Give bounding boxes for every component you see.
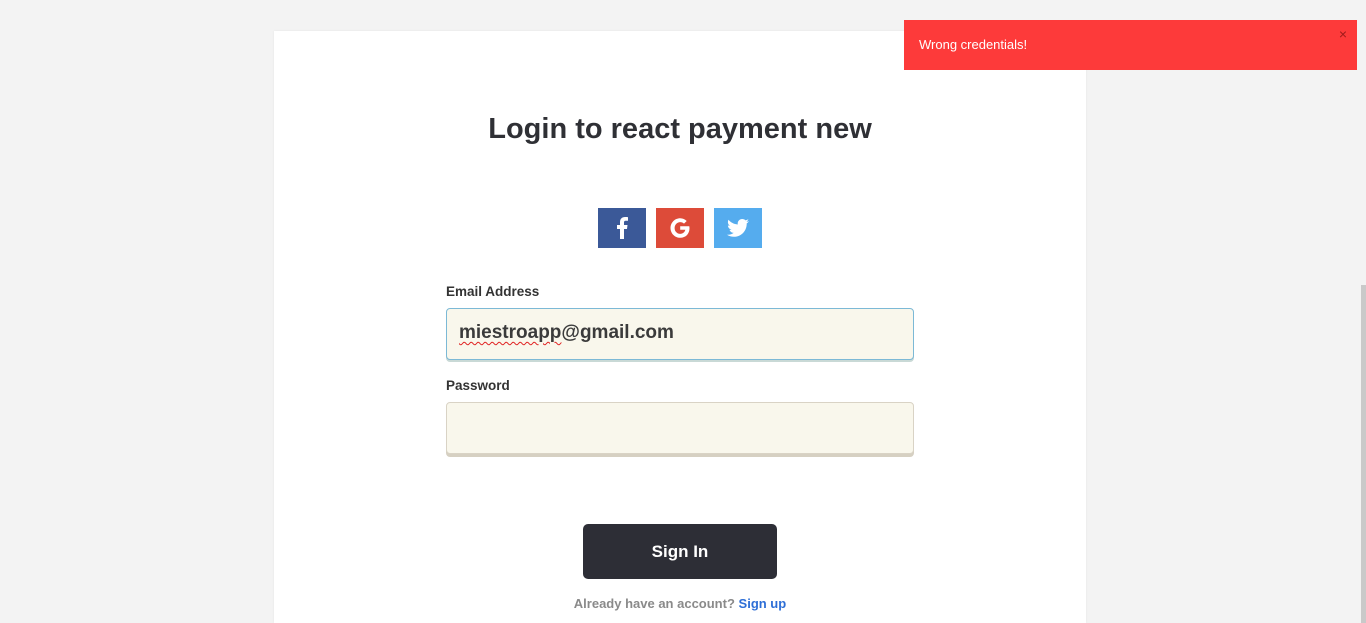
scrollbar-thumb[interactable] xyxy=(1361,285,1366,623)
email-label: Email Address xyxy=(446,284,540,299)
login-form: Email Address miestroapp@gmail.com Passw… xyxy=(446,283,914,454)
page: Login to react payment new Email Address… xyxy=(0,0,1366,623)
error-toast: Wrong credentials! × xyxy=(904,20,1357,70)
twitter-login-button[interactable] xyxy=(714,208,762,248)
email-field-group: Email Address miestroapp@gmail.com xyxy=(446,283,914,360)
email-field[interactable] xyxy=(446,308,914,360)
sign-up-link[interactable]: Sign up xyxy=(739,596,787,611)
close-icon[interactable]: × xyxy=(1339,27,1347,41)
facebook-icon xyxy=(617,217,628,239)
google-login-button[interactable] xyxy=(656,208,704,248)
password-field[interactable] xyxy=(446,402,914,454)
password-field-group: Password xyxy=(446,377,914,454)
signup-prompt-text: Already have an account? xyxy=(573,596,735,611)
scrollbar[interactable] xyxy=(1360,0,1366,623)
toast-message: Wrong credentials! xyxy=(919,37,1028,52)
sign-in-button[interactable]: Sign In xyxy=(583,524,777,579)
google-icon xyxy=(670,218,690,238)
twitter-icon xyxy=(727,219,749,237)
facebook-login-button[interactable] xyxy=(598,208,646,248)
login-card: Login to react payment new Email Address… xyxy=(274,31,1086,623)
social-login-row xyxy=(598,208,762,248)
password-label: Password xyxy=(446,378,510,393)
signup-prompt: Already have an account? Sign up xyxy=(274,596,1086,611)
page-title: Login to react payment new xyxy=(488,113,872,145)
